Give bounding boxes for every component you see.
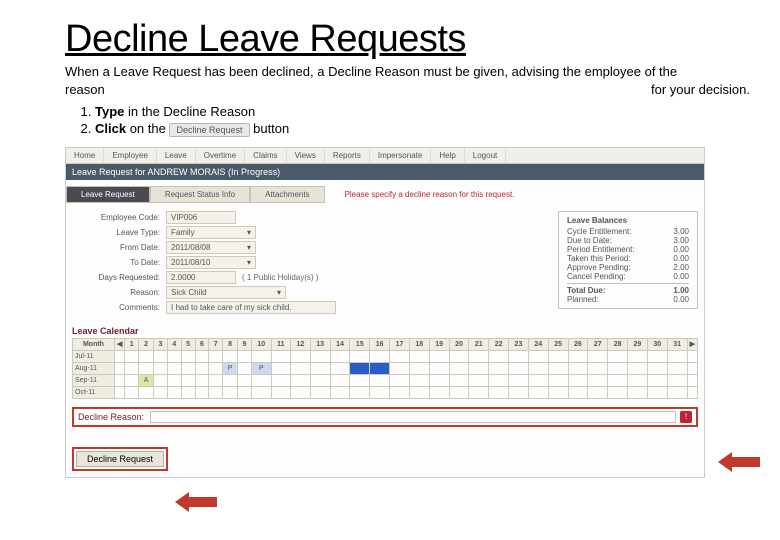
bal-k2: Period Entitlement:: [567, 245, 635, 254]
balances-title: Leave Balances: [567, 216, 689, 225]
comments-value[interactable]: I had to take care of my sick child.: [166, 301, 336, 314]
leave-type-select[interactable]: Family▾: [166, 226, 256, 239]
tab-leave-request[interactable]: Leave Request: [66, 186, 150, 203]
menu-reports[interactable]: Reports: [325, 148, 370, 163]
reason-label: Reason:: [72, 288, 160, 297]
reason-select[interactable]: Sick Child▾: [166, 286, 286, 299]
from-date-label: From Date:: [72, 243, 160, 252]
bal-k3: Taken this Period:: [567, 254, 631, 263]
bal-v1: 3.00: [673, 236, 689, 245]
bal-v0: 3.00: [673, 227, 689, 236]
bal-v3: 0.00: [673, 254, 689, 263]
app-screenshot: Home Employee Leave Overtime Claims View…: [65, 147, 705, 478]
step2-bold: Click: [95, 121, 126, 136]
validation-message: Please specify a decline reason for this…: [345, 190, 515, 199]
comments-label: Comments:: [72, 303, 160, 312]
bal-v5: 0.00: [673, 272, 689, 281]
header-bar: Leave Request for ANDREW MORAIS (In Prog…: [66, 164, 704, 180]
bal-k1: Due to Date:: [567, 236, 612, 245]
intro-line2b: for your decision.: [651, 81, 750, 99]
menu-views[interactable]: Views: [287, 148, 325, 163]
menu-help[interactable]: Help: [431, 148, 464, 163]
tab-status-info[interactable]: Request Status Info: [150, 186, 250, 203]
menu-leave[interactable]: Leave: [157, 148, 196, 163]
page-title: Decline Leave Requests: [65, 18, 750, 61]
chevron-down-icon: ▾: [277, 288, 281, 297]
leave-calendar-table: Month◀1234567891011121314151617181920212…: [72, 338, 698, 399]
days-note: ( 1 Public Holiday(s) ): [242, 273, 318, 282]
decline-reason-row: Decline Reason: !: [72, 407, 698, 427]
menubar: Home Employee Leave Overtime Claims View…: [66, 148, 704, 164]
leave-calendar-label: Leave Calendar: [72, 326, 704, 336]
bal-total-k: Total Due:: [567, 286, 606, 295]
steps-list: Type in the Decline Reason Click on the …: [95, 104, 750, 137]
decline-reason-label: Decline Reason:: [78, 412, 144, 422]
menu-claims[interactable]: Claims: [245, 148, 286, 163]
decline-request-button[interactable]: Decline Request: [76, 451, 164, 467]
to-date-label: To Date:: [72, 258, 160, 267]
bal-k5: Cancel Pending:: [567, 272, 626, 281]
leave-type-label: Leave Type:: [72, 228, 160, 237]
menu-impersonate[interactable]: Impersonate: [370, 148, 431, 163]
emp-code-value: VIP006: [166, 211, 236, 224]
inline-decline-button: Decline Request: [169, 123, 249, 137]
from-date-input[interactable]: 2011/08/08▾: [166, 241, 256, 254]
bal-k4: Approve Pending:: [567, 263, 631, 272]
menu-logout[interactable]: Logout: [465, 148, 506, 163]
chevron-down-icon: ▾: [247, 258, 251, 267]
bal-total-v: 1.00: [673, 286, 689, 295]
step1-text: in the Decline Reason: [124, 104, 255, 119]
intro-line1: When a Leave Request has been declined, …: [65, 63, 750, 81]
step1-bold: Type: [95, 104, 124, 119]
error-icon: !: [680, 411, 692, 423]
leave-balances-panel: Leave Balances Cycle Entitlement: 3.00 Du…: [558, 211, 698, 309]
step2-text: on the: [126, 121, 169, 136]
form-left: Employee Code:VIP006 Leave Type:Family▾ …: [72, 211, 546, 316]
menu-home[interactable]: Home: [66, 148, 104, 163]
callout-arrow-icon: [718, 452, 760, 472]
bal-k0: Cycle Entitlement:: [567, 227, 631, 236]
decline-reason-input[interactable]: [150, 411, 676, 423]
to-date-input[interactable]: 2011/08/10▾: [166, 256, 256, 269]
tab-attachments[interactable]: Attachments: [250, 186, 324, 203]
step2-text2: button: [250, 121, 290, 136]
bal-planned-k: Planned:: [567, 295, 599, 304]
days-label: Days Requested:: [72, 273, 160, 282]
days-value: 2.0000: [166, 271, 236, 284]
emp-code-label: Employee Code:: [72, 213, 160, 222]
callout-arrow-icon: [175, 492, 217, 512]
bal-planned-v: 0.00: [673, 295, 689, 304]
intro-line2a: reason: [65, 81, 105, 99]
menu-employee[interactable]: Employee: [104, 148, 157, 163]
intro-text: When a Leave Request has been declined, …: [65, 63, 750, 98]
chevron-down-icon: ▾: [247, 228, 251, 237]
bal-v4: 2.00: [673, 263, 689, 272]
bal-v2: 0.00: [673, 245, 689, 254]
chevron-down-icon: ▾: [247, 243, 251, 252]
menu-overtime[interactable]: Overtime: [196, 148, 245, 163]
